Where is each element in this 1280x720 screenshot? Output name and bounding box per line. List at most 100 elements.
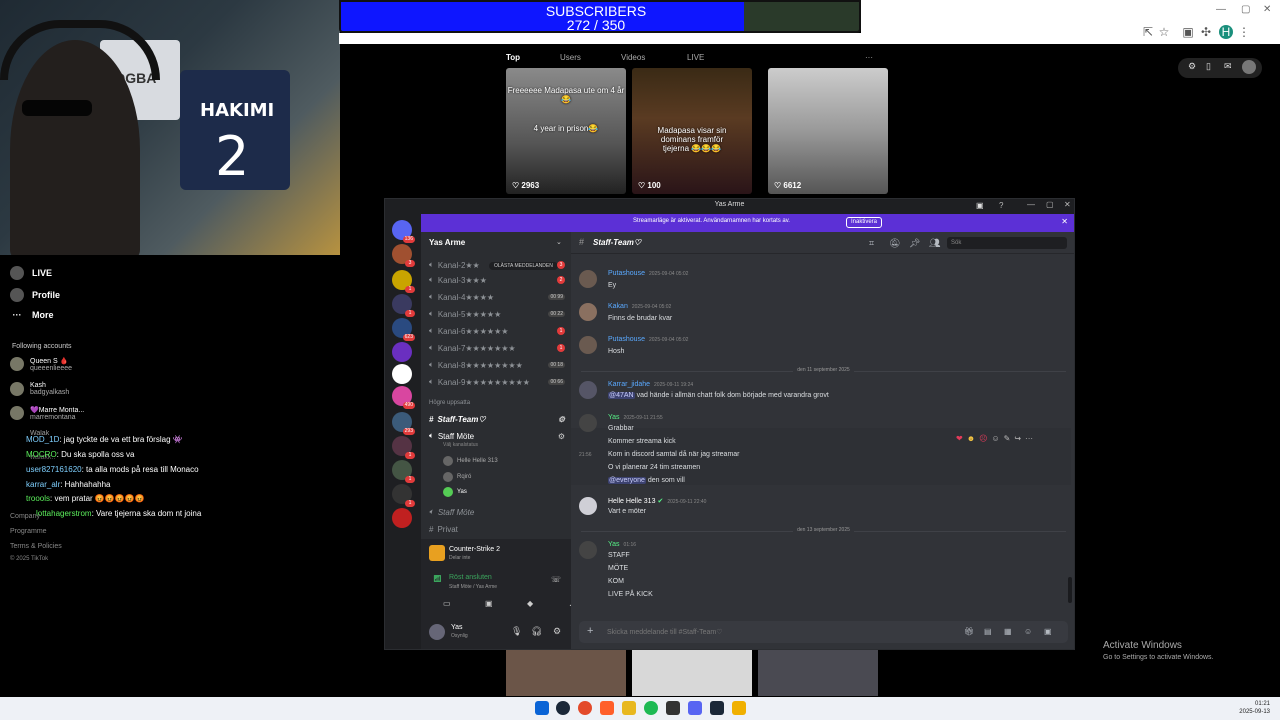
reaction-icon[interactable]: ☹ [979,434,987,443]
avatar[interactable] [579,381,597,399]
nav-live[interactable]: LIVE [10,266,52,280]
bookmark-star-icon[interactable]: ☆ [1157,25,1171,39]
video-thumbnail[interactable]: ♡ 6612 [768,68,888,194]
menu-icon[interactable]: ⋮ [1237,25,1251,39]
video-thumbnail[interactable] [758,650,878,696]
server-icon[interactable]: 1 [392,294,415,317]
sticker-icon[interactable]: ▦ [1004,627,1012,636]
apps-icon[interactable]: ▣ [1044,627,1052,636]
server-name[interactable]: Yas Arme [429,238,465,247]
channel-item[interactable]: 🔈︎ Kanal-3★★★ 2 [429,273,565,287]
channel-item[interactable]: 🔈︎ Kanal-5★★★★★ 00 22 [429,307,565,321]
following-account[interactable]: Queen S 🩸 queeenlieeee [10,357,72,372]
reply-icon[interactable]: ↪ [1014,434,1021,443]
close-icon[interactable]: ✕ [1263,4,1271,15]
channel-item[interactable]: 🔈︎ Kanal-9★★★★★★★★★ 00 66 [429,375,565,389]
discord-icon[interactable] [688,701,702,715]
channel-status[interactable]: Välj kanalstatus [443,442,478,448]
settings-icon[interactable]: ⚙ [1188,61,1196,72]
channel-item[interactable]: 🔈︎ Staff Möte [429,505,565,519]
steam-icon[interactable] [556,701,570,715]
minimize-icon[interactable]: — [1027,200,1035,209]
channel-item-staff-team[interactable]: # Staff-Team♡ ⚙ [429,412,565,426]
edit-icon[interactable]: ✎ [1004,434,1011,443]
microphone-icon[interactable]: 🎙︎ [511,626,522,637]
tab-videos[interactable]: Videos [621,53,645,62]
server-icon[interactable]: 1 [392,436,415,459]
video-thumbnail[interactable]: Madapasa visar sin dominans framför tjej… [632,68,752,194]
server-icon[interactable]: 1 [392,460,415,483]
add-attachment-icon[interactable]: + [587,625,593,637]
phone-icon[interactable]: ▯ [1206,61,1211,72]
folder-icon[interactable] [622,701,636,715]
add-reaction-icon[interactable]: ☺ [991,434,999,443]
video-thumbnail[interactable] [506,650,626,696]
minimize-icon[interactable]: — [1216,4,1226,15]
avatar[interactable] [1242,60,1256,74]
author-name[interactable]: Yas [608,414,620,421]
app-icon[interactable] [666,701,680,715]
disconnect-icon[interactable]: ☏ [551,575,561,584]
voice-connected-label[interactable]: Röst ansluten [449,574,492,581]
author-name[interactable]: Putashouse [608,270,645,277]
server-icon[interactable]: 293 [392,412,415,435]
more-options-icon[interactable]: ··· [865,53,873,62]
channel-item[interactable]: 🔈︎ Kanal-2★★ 3 [429,258,565,272]
server-icon[interactable] [392,364,412,384]
disable-streamer-mode-button[interactable]: Inaktivera [846,217,883,228]
everyone-mention[interactable]: @everyone [608,477,646,484]
windows-start-icon[interactable] [535,701,549,715]
app-icon[interactable] [600,701,614,715]
server-icon[interactable]: 623 [392,318,415,341]
avatar[interactable] [579,270,597,288]
nav-more[interactable]: ··· More [10,310,54,320]
channel-item[interactable]: 🔈︎ Kanal-7★★★★★★★ 1 [429,341,565,355]
avatar[interactable] [579,303,597,321]
server-icon[interactable]: 136 [392,220,415,243]
heart-reaction-icon[interactable]: ❤ [956,434,963,443]
threads-icon[interactable]: ⌗ [869,238,874,249]
gif-icon[interactable]: ▤ [984,627,992,636]
author-name[interactable]: Putashouse [608,336,645,343]
channel-settings-icon[interactable]: ⚙ [558,432,565,441]
channel-settings-icon[interactable]: ⚙ [558,415,565,424]
spotify-icon[interactable] [644,701,658,715]
following-account[interactable]: Kash badgyalkash [10,382,69,396]
notification-icon[interactable]: 🔕︎ [889,238,900,249]
following-account[interactable]: 💜Marre Monta... marremontana [10,406,84,421]
nav-profile[interactable]: Profile [10,288,60,302]
server-icon[interactable] [392,508,412,528]
profile-avatar-icon[interactable]: H [1219,25,1233,39]
user-mention[interactable]: @47AN [608,392,635,399]
camera-icon[interactable]: ▭ [443,599,451,608]
members-icon[interactable]: 👥︎ [929,238,940,249]
tab-live[interactable]: LIVE [687,53,704,62]
scrollbar[interactable] [1068,577,1072,603]
clock[interactable]: 01:21 2025-09-13 [1239,700,1270,716]
avatar[interactable] [579,497,597,515]
video-thumbnail[interactable] [632,650,752,696]
footer-link-company[interactable]: Company [10,513,40,520]
chevron-down-icon[interactable]: ⌄ [556,238,562,246]
puzzle-icon[interactable]: ✣ [1199,25,1213,39]
maximize-icon[interactable]: ▢ [1046,200,1054,209]
channel-item[interactable]: # Privat [429,522,565,536]
app-icon[interactable] [732,701,746,715]
category-label[interactable]: Högre uppsatta [429,400,470,406]
laugh-reaction-icon[interactable]: ☻ [967,434,975,443]
help-icon[interactable]: ? [999,201,1003,210]
avatar[interactable] [579,336,597,354]
server-icon[interactable]: 1 [392,270,415,293]
close-icon[interactable]: ✕ [1064,200,1071,209]
activity-icon[interactable]: ◆ [527,599,533,608]
voice-user[interactable]: Helle Helle 313 [443,456,498,466]
tab-top[interactable]: Top [506,53,520,62]
close-icon[interactable]: ✕ [1061,217,1068,226]
voice-user[interactable]: Rqiró [443,472,471,482]
extension-icon[interactable]: ▣ [1181,25,1195,39]
author-name[interactable]: Karrar_jidahe [608,381,650,388]
pin-icon[interactable]: 📌︎ [909,238,920,249]
channel-item[interactable]: 🔈︎ Kanal-4★★★★ 00 99 [429,290,565,304]
search-input[interactable]: Sök [947,237,1067,249]
screen-share-icon[interactable]: ▣ [485,599,493,608]
